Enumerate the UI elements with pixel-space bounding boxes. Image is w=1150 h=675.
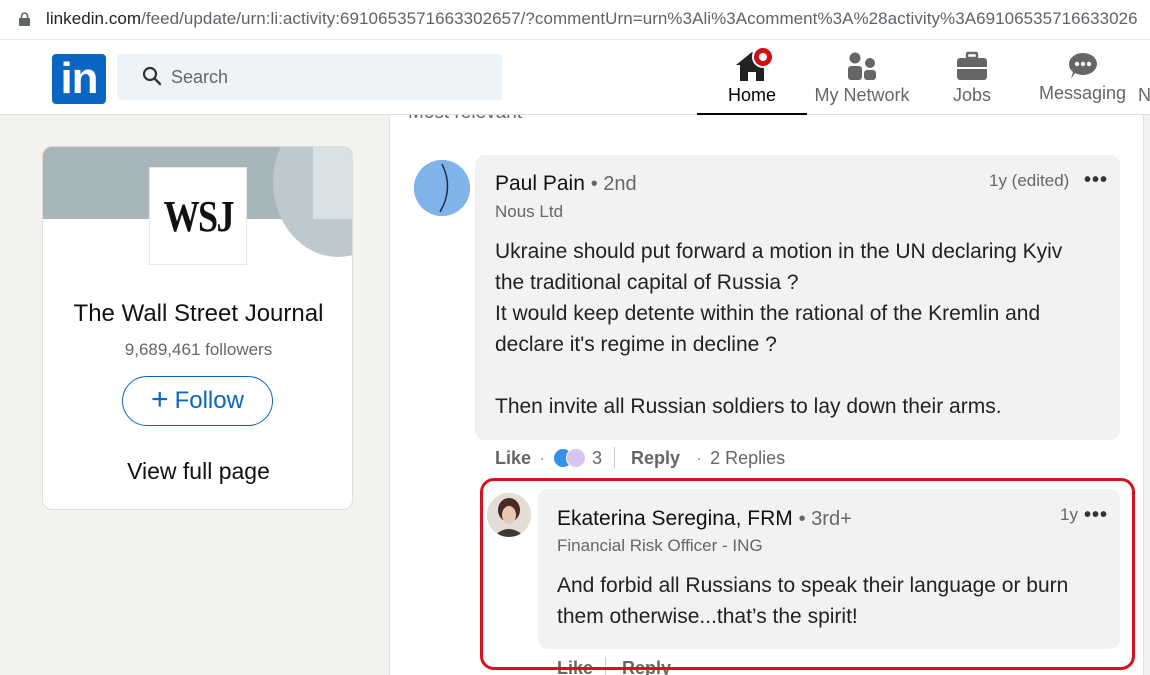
comment-actions: Like · 3 Reply · 2 Replies	[495, 447, 786, 469]
more-options-icon[interactable]: •••	[1084, 169, 1108, 192]
nav-home[interactable]: Home	[697, 40, 807, 115]
notification-badge	[752, 46, 774, 68]
search-box[interactable]	[117, 54, 502, 100]
nav-home-label: Home	[727, 85, 776, 105]
company-logo[interactable]: WSJ	[149, 167, 247, 265]
company-card: WSJ The Wall Street Journal 9,689,461 fo…	[42, 146, 353, 510]
top-nav: in Home My Network Jobs	[0, 40, 1150, 115]
linkedin-logo[interactable]: in	[52, 54, 106, 104]
briefcase-icon	[957, 51, 987, 80]
follow-button[interactable]: + Follow	[122, 376, 273, 426]
insightful-reaction-icon	[566, 448, 587, 468]
url-path: /feed/update/urn:li:activity:69106535716…	[141, 9, 1138, 28]
nav-notifications[interactable]: N	[1138, 40, 1150, 115]
replies-link[interactable]: 2 Replies	[710, 448, 785, 469]
nav-notifications-label: N	[1138, 85, 1150, 105]
reply-button[interactable]: Reply	[631, 448, 680, 469]
nav-jobs[interactable]: Jobs	[927, 40, 1017, 115]
nav-messaging-label: Messaging	[1038, 83, 1127, 103]
nav-messaging[interactable]: Messaging	[1030, 40, 1135, 115]
comment-author-headline: Nous Ltd	[495, 202, 564, 221]
avatar-image	[414, 160, 470, 216]
like-button[interactable]: Like	[495, 448, 531, 469]
view-full-page-link[interactable]: View full page	[43, 458, 352, 485]
highlight-box	[480, 478, 1135, 670]
company-logo-text: WSJ	[163, 191, 234, 241]
company-name[interactable]: The Wall Street Journal	[43, 300, 352, 328]
comment-author[interactable]: Paul Pain • 2nd	[495, 172, 637, 196]
follower-count: 9,689,461 followers	[124, 340, 273, 359]
connection-degree: • 2nd	[590, 173, 637, 195]
reaction-count: 3	[592, 447, 603, 468]
nav-my-network[interactable]: My Network	[807, 40, 917, 115]
comment-timestamp: 1y (edited)	[989, 171, 1070, 190]
comment-text: Ukraine should put forward a motion in t…	[495, 240, 1063, 418]
lock-icon	[19, 12, 30, 26]
nav-jobs-label: Jobs	[952, 85, 992, 105]
sort-label[interactable]: Most relevant	[408, 115, 522, 124]
network-icon	[848, 52, 876, 80]
nav-my-network-label: My Network	[814, 85, 910, 105]
messaging-icon	[1068, 52, 1097, 79]
search-icon	[142, 66, 162, 86]
url-host: linkedin.com	[46, 9, 142, 28]
reactions[interactable]	[553, 448, 587, 468]
avatar[interactable]	[414, 160, 470, 216]
browser-url-bar[interactable]: linkedin.com/feed/update/urn:li:activity…	[0, 0, 1150, 40]
search-input[interactable]	[171, 54, 491, 100]
follow-button-label: Follow	[174, 387, 244, 414]
plus-icon: +	[151, 382, 169, 416]
comment-author-name: Paul Pain	[495, 172, 585, 195]
url-text[interactable]: linkedin.com/feed/update/urn:li:activity…	[46, 9, 1138, 29]
